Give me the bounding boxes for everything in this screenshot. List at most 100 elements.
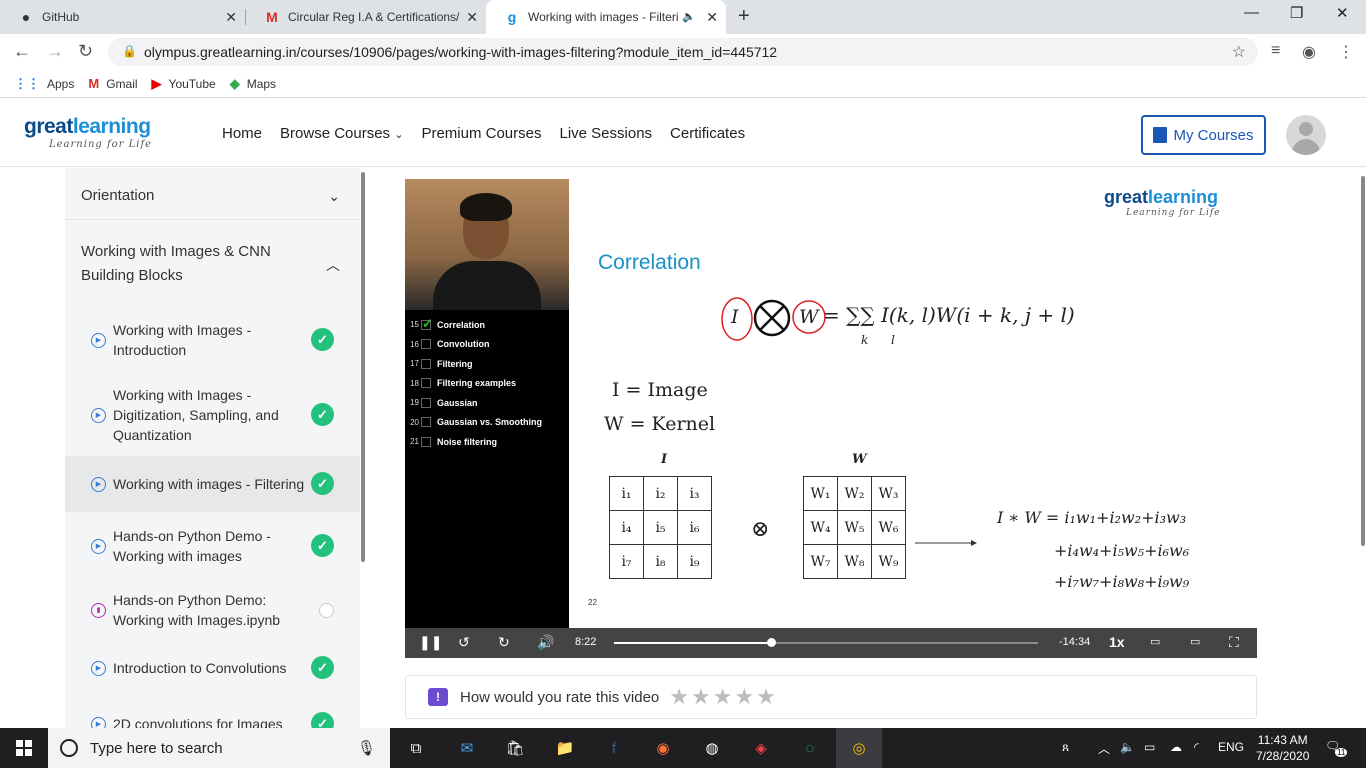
language-indicator[interactable]: ENG (1218, 740, 1244, 754)
checkbox-icon (421, 436, 431, 447)
network-icon[interactable]: ☁ (1170, 740, 1182, 754)
tab-working-with-images[interactable]: g Working with images - Filteri 🔈 ✕ (486, 0, 726, 34)
battery-icon[interactable]: ▭ (1144, 740, 1155, 754)
section-orientation[interactable]: Orientation ⌄ (65, 168, 360, 220)
list-item[interactable]: ▶ 2D convolutions for Images ✓ (65, 712, 360, 728)
check-icon: ✓ (311, 534, 334, 557)
checkbox-icon (421, 339, 431, 350)
sum-index-l: l (891, 333, 895, 347)
chrome-icon[interactable]: ◎ (847, 737, 871, 759)
definition-image: I = Image (612, 379, 708, 401)
app-icon[interactable]: ◌ (798, 737, 822, 759)
list-item[interactable]: ▮ Hands-on Python Demo: Working with Ima… (65, 588, 360, 632)
toc-item: 18 Filtering examples (410, 378, 517, 389)
forward-icon[interactable]: ↻ (498, 634, 510, 651)
hd-quality-icon[interactable]: ▭ (1190, 635, 1200, 648)
restore-icon[interactable]: ❐ (1290, 4, 1303, 22)
avatar[interactable] (1286, 115, 1326, 155)
progress-handle[interactable] (766, 638, 776, 647)
store-icon[interactable]: 🛍 (503, 737, 527, 759)
menu-icon[interactable]: ⋮ (1338, 42, 1354, 62)
captions-icon[interactable]: ▭ (1150, 635, 1160, 648)
apps-grid-icon: ⋮⋮ (14, 75, 40, 91)
video-controls: ❚❚ ↺ ↻ 🔊 8:22 -14:34 1x ▭ ▭ ⛶ (405, 628, 1257, 658)
nav-live-sessions[interactable]: Live Sessions (559, 125, 652, 142)
people-icon[interactable]: ጸ (1062, 740, 1069, 755)
mail-icon[interactable]: ✉ (455, 737, 479, 759)
facebook-icon[interactable]: f (602, 737, 626, 759)
cortana-icon (60, 739, 78, 757)
section-working-with-images[interactable]: Working with Images & CNN Building Block… (65, 240, 345, 290)
video-sidebar: 15Correlation 16Convolution 17Filtering … (405, 179, 569, 628)
new-tab-button[interactable]: + (738, 5, 750, 28)
microphone-icon[interactable]: 🎙 (357, 739, 376, 757)
profile-icon[interactable]: ◉ (1302, 42, 1316, 62)
minimize-icon[interactable]: — (1244, 4, 1259, 21)
play-circle-icon: ▶ (91, 477, 106, 492)
arrow-right-icon (915, 540, 977, 546)
greatlearning-logo[interactable]: greatlearning Learning for Life (24, 115, 152, 150)
close-window-icon[interactable]: ✕ (1336, 4, 1349, 22)
star-rating[interactable]: ★★★★★ (669, 684, 778, 710)
task-view-icon[interactable]: ⧉ (404, 737, 428, 759)
list-item[interactable]: ▶ Working with Images - Digitization, Sa… (65, 382, 360, 448)
bookmark-star-icon[interactable]: ☆ (1232, 42, 1246, 62)
pause-icon[interactable]: ❚❚ (419, 634, 442, 651)
tab-gmail[interactable]: M Circular Reg I.A & Certifications/ ✕ (246, 0, 486, 34)
my-courses-button[interactable]: My Courses (1141, 115, 1266, 155)
toc-item: 16 Convolution (410, 339, 490, 350)
page-scrollbar[interactable] (1361, 176, 1365, 546)
list-item[interactable]: ▶ Introduction to Convolutions ✓ (65, 656, 360, 680)
bookmark-maps[interactable]: ◆ Maps (230, 76, 276, 92)
volume-icon[interactable]: 🔈 (1120, 740, 1135, 754)
url-input[interactable]: 🔒 olympus.greatlearning.in/courses/10906… (108, 38, 1258, 66)
media-control-icon[interactable]: ≡ (1271, 42, 1280, 60)
chevron-up-icon[interactable]: ︿ (1098, 740, 1110, 757)
file-explorer-icon[interactable]: 📁 (553, 737, 577, 759)
wifi-icon[interactable]: ◜ (1194, 740, 1199, 754)
check-icon: ✓ (311, 403, 334, 426)
progress-fill (614, 642, 771, 644)
nav-certificates[interactable]: Certificates (670, 125, 745, 142)
play-circle-icon: ▶ (91, 408, 106, 423)
list-item-selected[interactable]: ▶ Working with images - Filtering ✓ (65, 456, 360, 512)
close-icon[interactable]: ✕ (225, 9, 237, 26)
play-circle-icon: ▶ (91, 661, 106, 676)
list-item[interactable]: ▶ Hands-on Python Demo - Working with im… (65, 524, 360, 568)
volume-icon[interactable]: 🔊 (537, 634, 554, 651)
fullscreen-icon[interactable]: ⛶ (1229, 634, 1239, 651)
list-item[interactable]: ▶ Working with Images - Introduction ✓ (65, 318, 360, 362)
checkbox-checked-icon (421, 316, 433, 332)
rewind-icon[interactable]: ↺ (458, 634, 470, 651)
video-player[interactable]: 15Correlation 16Convolution 17Filtering … (405, 179, 1257, 658)
nav-premium-courses[interactable]: Premium Courses (421, 125, 541, 142)
formula-w: W (799, 306, 819, 328)
remaining-time: -14:34 (1059, 636, 1091, 648)
windows-start-icon[interactable] (16, 740, 32, 756)
speaker-icon[interactable]: 🔈 (682, 10, 696, 23)
nav-browse-courses[interactable]: Browse Courses ⌄ (280, 125, 403, 142)
bookmark-gmail[interactable]: M Gmail (88, 76, 137, 91)
firefox-icon[interactable]: ◉ (651, 737, 675, 759)
app-icon[interactable]: ◍ (700, 737, 724, 759)
bookmark-youtube[interactable]: ▶ YouTube (152, 76, 216, 92)
tab-github[interactable]: ● GitHub ✕ (0, 0, 245, 34)
system-clock[interactable]: 11:43 AM 7/28/2020 (1256, 732, 1309, 764)
close-icon[interactable]: ✕ (706, 9, 718, 26)
site-header: greatlearning Learning for Life Home Bro… (0, 103, 1366, 167)
playback-speed-button[interactable]: 1x (1109, 634, 1125, 650)
app-icon[interactable]: ◈ (749, 737, 773, 759)
sidebar-scrollbar[interactable] (361, 172, 365, 562)
taskbar-search[interactable]: Type here to search 🎙 (48, 728, 390, 768)
forward-icon[interactable]: → (46, 41, 64, 62)
back-icon[interactable]: ← (13, 41, 31, 62)
result-line-2: +i₄w₄+i₅w₅+i₆w₆ (1054, 541, 1190, 560)
reload-icon[interactable]: ↻ (78, 41, 93, 62)
toc-item: 19 Gaussian (410, 397, 478, 408)
bookmark-label: Gmail (106, 76, 138, 91)
close-icon[interactable]: ✕ (466, 9, 478, 26)
presenter-image (405, 179, 569, 310)
progress-bar[interactable] (614, 638, 1038, 647)
bookmark-apps[interactable]: ⋮⋮ Apps (14, 76, 74, 92)
nav-home[interactable]: Home (222, 125, 262, 142)
